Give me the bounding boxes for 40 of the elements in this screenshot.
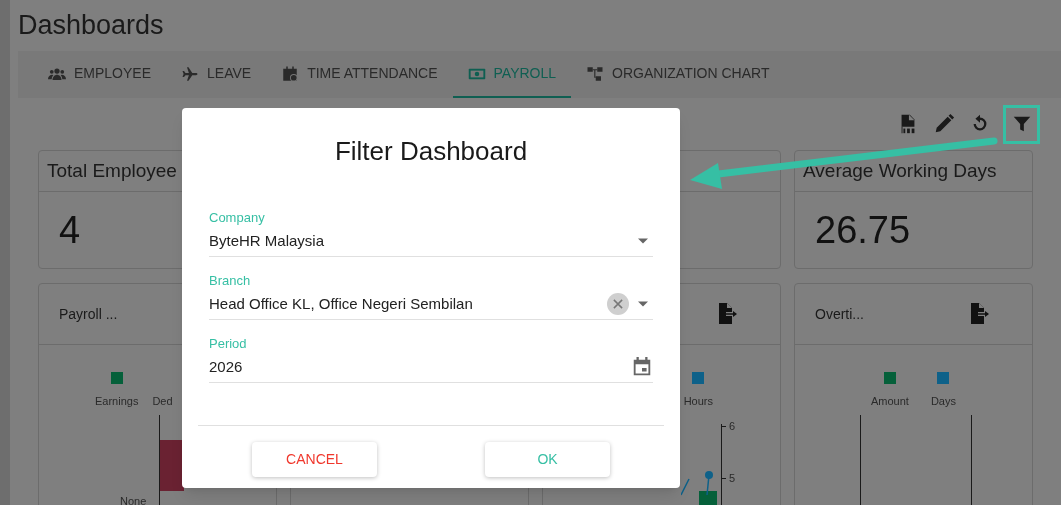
pencil-icon: [933, 113, 955, 135]
form-field[interactable]: Company ByteHR Malaysia: [209, 210, 653, 257]
legend-label: Hours: [683, 394, 713, 409]
legend-label: Amount: [871, 394, 909, 409]
stat-title: Average Working Days: [803, 158, 997, 183]
dialog-title: Filter Dashboard: [333, 135, 529, 168]
legend-label: Days: [930, 394, 956, 409]
stat-value: 4: [59, 207, 81, 253]
form-field[interactable]: Period 2026: [209, 336, 653, 383]
tab[interactable]: EMPLOYEE: [33, 51, 167, 98]
airplane-icon: [181, 64, 200, 83]
stat-value: 26.75: [815, 207, 911, 253]
legend-label: Earnings: [95, 394, 139, 409]
ok-button[interactable]: OK: [485, 442, 610, 477]
tab[interactable]: TIME ATTENDANCE: [266, 51, 453, 98]
calendar-icon[interactable]: [631, 356, 653, 378]
hierarchy-icon: [586, 64, 605, 83]
axis-tick: 6: [729, 419, 736, 434]
tab[interactable]: ORGANIZATION CHART: [571, 51, 785, 98]
page-title: Dashboards: [18, 9, 165, 42]
axis-label: None: [120, 494, 147, 505]
field-value: 2026: [209, 356, 244, 377]
filter-button[interactable]: [1003, 104, 1040, 144]
field-label: Branch: [209, 273, 252, 289]
stat-title: Total Employee: [47, 158, 177, 183]
form-field[interactable]: Branch Head Office KL, Office Negeri Sembilan: [209, 273, 653, 320]
chart-title: Payroll ...: [59, 304, 118, 324]
bar: [160, 440, 184, 491]
field-value: Head Office KL, Office Negeri Sembilan: [209, 293, 474, 314]
field-label: Company: [209, 210, 266, 226]
tab[interactable]: LEAVE: [166, 51, 267, 98]
clear-icon[interactable]: [607, 293, 629, 315]
chart-title: Overti...: [815, 304, 864, 324]
field-label: Period: [209, 336, 248, 352]
legend-label: Ded: [152, 394, 173, 409]
axis-tick: 5: [729, 471, 736, 486]
tab[interactable]: PAYROLL: [452, 51, 572, 98]
field-value: ByteHR Malaysia: [209, 230, 326, 251]
cancel-button[interactable]: CANCEL: [252, 442, 377, 477]
calendar-clock-icon: [281, 64, 300, 83]
